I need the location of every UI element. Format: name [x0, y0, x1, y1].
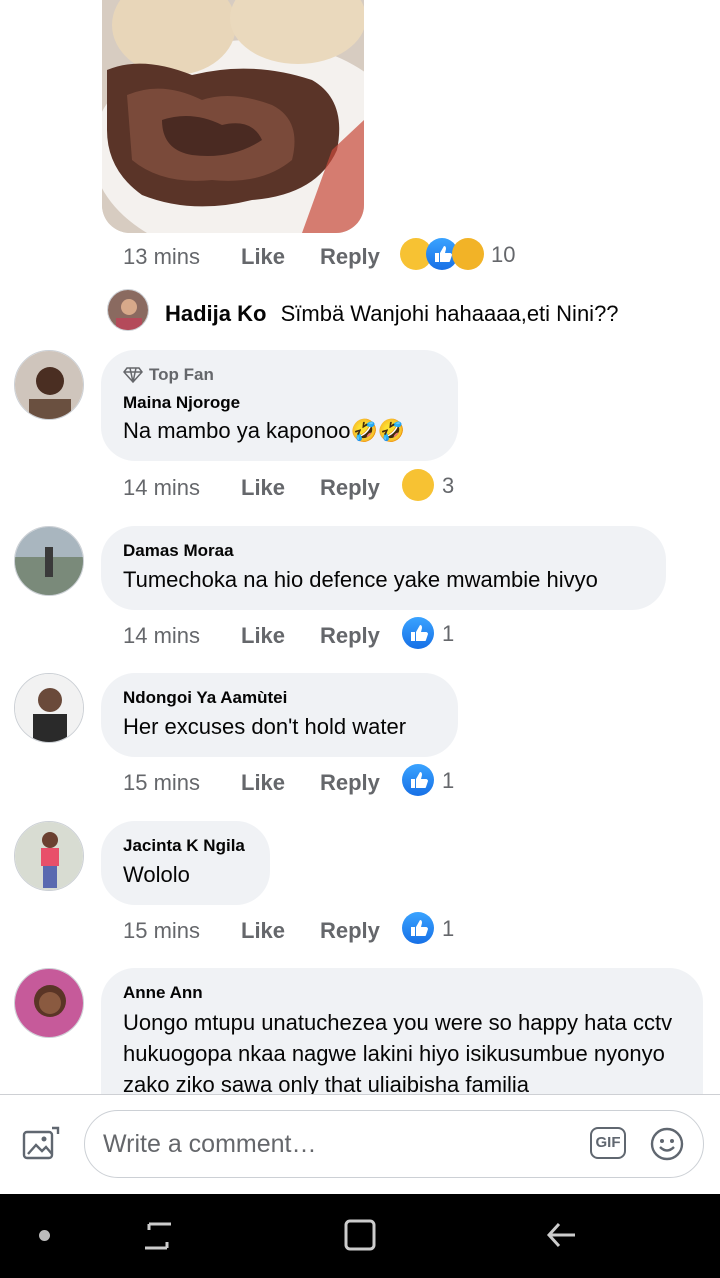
like-button[interactable]: Like	[241, 623, 285, 649]
comment-bubble[interactable]: Top Fan Maina Njoroge Na mambo ya kapono…	[101, 350, 458, 461]
comment-meta: 15 mins Like Reply	[123, 770, 423, 800]
comment-author[interactable]: Maina Njoroge	[123, 393, 436, 413]
comment-input[interactable]: Write a comment… GIF	[84, 1110, 704, 1178]
comment-text: Uongo mtupu unatuchezea you were so happ…	[123, 1010, 673, 1097]
like-reaction-icon[interactable]	[402, 912, 434, 944]
comment-time: 15 mins	[123, 770, 201, 795]
comment-author[interactable]: Damas Moraa	[123, 541, 644, 561]
reply-button[interactable]: Reply	[320, 770, 380, 796]
comment-text: Tumechoka na hio defence yake mwambie hi…	[123, 567, 598, 592]
reaction-summary[interactable]	[400, 238, 486, 272]
system-navigation-bar	[0, 1194, 720, 1278]
comment-placeholder: Write a comment…	[103, 1130, 317, 1158]
avatar[interactable]	[107, 289, 149, 331]
photo-icon[interactable]	[22, 1126, 60, 1162]
reaction-count: 10	[491, 242, 516, 267]
comment-bubble[interactable]: Ndongoi Ya Aamùtei Her excuses don't hol…	[101, 673, 458, 757]
reply-button[interactable]: Reply	[320, 918, 380, 944]
reply-button[interactable]: Reply	[320, 244, 380, 270]
avatar[interactable]	[14, 968, 84, 1038]
reply-preview[interactable]: Hadija Ko Sïmbä Wanjohi hahaaaa,eti Nini…	[165, 301, 619, 327]
home-icon[interactable]	[344, 1218, 376, 1257]
comment-author[interactable]: Anne Ann	[123, 983, 681, 1003]
like-button[interactable]: Like	[241, 475, 285, 501]
reply-button[interactable]: Reply	[320, 623, 380, 649]
avatar[interactable]	[14, 526, 84, 596]
comment-time: 13 mins	[123, 244, 201, 269]
comment-text: Her excuses don't hold water	[123, 714, 407, 739]
dot-icon	[39, 1230, 50, 1241]
haha-reaction-icon[interactable]	[402, 469, 434, 501]
reaction-count: 1	[442, 916, 455, 941]
emoji-icon[interactable]	[650, 1127, 684, 1166]
like-reaction-icon[interactable]	[402, 764, 434, 796]
reaction-count: 1	[442, 768, 455, 793]
comment-meta: 15 mins Like Reply	[123, 918, 423, 948]
reaction-count: 1	[442, 621, 455, 646]
comment-meta: 14 mins Like Reply	[123, 623, 423, 653]
gif-button[interactable]: GIF	[590, 1127, 626, 1159]
like-button[interactable]: Like	[241, 918, 285, 944]
comment-time: 15 mins	[123, 918, 201, 943]
avatar[interactable]	[14, 350, 84, 420]
reaction-count: 3	[442, 473, 455, 498]
comment-bubble[interactable]: Damas Moraa Tumechoka na hio defence yak…	[101, 526, 666, 610]
avatar[interactable]	[14, 821, 84, 891]
reply-button[interactable]: Reply	[320, 475, 380, 501]
comment-author[interactable]: Ndongoi Ya Aamùtei	[123, 688, 436, 708]
like-reaction-icon[interactable]	[402, 617, 434, 649]
comment-time: 14 mins	[123, 475, 201, 500]
like-button[interactable]: Like	[241, 244, 285, 270]
back-icon[interactable]	[545, 1219, 579, 1256]
comment-time: 14 mins	[123, 623, 201, 648]
wow-reaction-icon	[452, 238, 484, 270]
comment-text: Wololo	[123, 862, 190, 887]
comment-text: Na mambo ya kaponoo🤣🤣	[123, 418, 406, 443]
reply-author: Hadija Ko	[165, 301, 267, 326]
top-fan-badge: Top Fan	[123, 365, 436, 385]
comment-meta: 14 mins Like Reply	[123, 475, 423, 505]
like-button[interactable]: Like	[241, 770, 285, 796]
post-meta: 13 mins Like Reply	[123, 244, 423, 274]
avatar[interactable]	[14, 673, 84, 743]
comment-author[interactable]: Jacinta K Ngila	[123, 836, 248, 856]
reply-text: Sïmbä Wanjohi hahaaaa,eti Nini??	[280, 301, 619, 326]
diamond-icon	[123, 367, 143, 384]
post-image[interactable]	[102, 0, 364, 233]
recent-apps-icon[interactable]	[141, 1220, 175, 1257]
badge-label: Top Fan	[149, 365, 214, 384]
comment-bubble[interactable]: Jacinta K Ngila Wololo	[101, 821, 270, 905]
